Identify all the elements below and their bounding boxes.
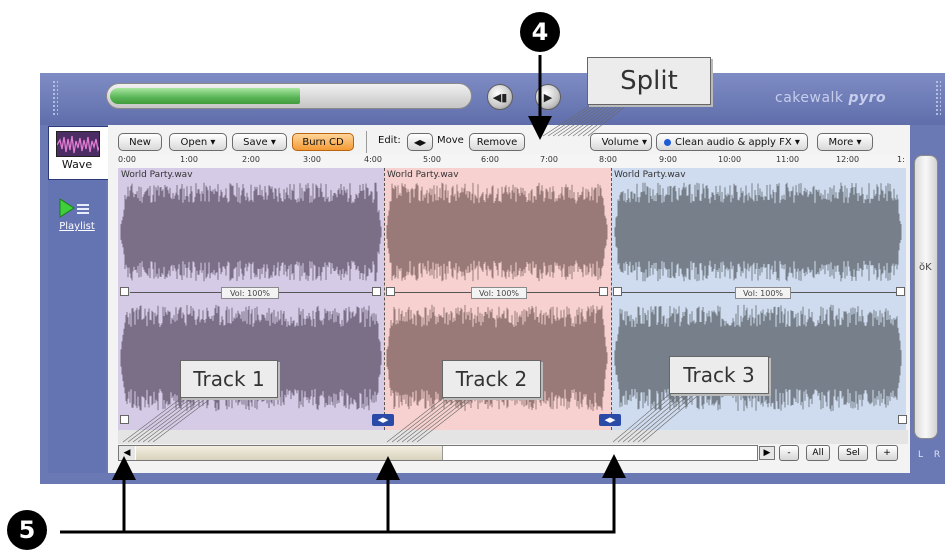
track-1-callout: Track 1: [180, 360, 278, 398]
step-5-badge: 5: [7, 510, 47, 550]
annotation-arrows: [60, 55, 703, 534]
track-3-callout: Track 3: [669, 356, 769, 394]
step-4-badge: 4: [520, 12, 560, 52]
split-callout: Split: [587, 57, 711, 105]
track-2-callout: Track 2: [442, 360, 541, 398]
